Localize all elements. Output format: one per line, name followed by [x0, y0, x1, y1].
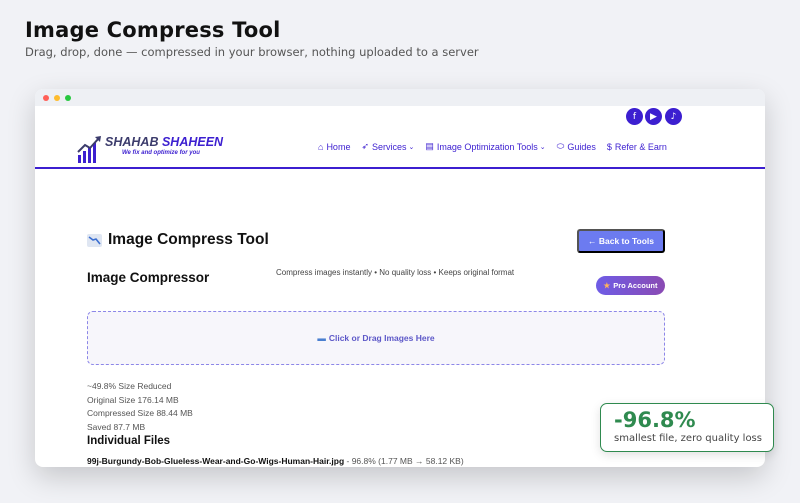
page-title: Image Compress Tool: [25, 18, 281, 42]
result-card: -96.8% smallest file, zero quality loss: [600, 403, 774, 452]
compression-stats: ~49.8% Size Reduced Original Size 176.14…: [87, 380, 193, 434]
file-name[interactable]: 99j-Burgundy-Bob-Glueless-Wear-and-Go-Wi…: [87, 456, 344, 466]
nav-item-services[interactable]: ➶ Services ⌄: [361, 141, 414, 152]
chart-down-icon: [87, 233, 102, 247]
star-icon: ★: [603, 281, 611, 290]
chevron-down-icon: ⌄: [539, 143, 546, 151]
compressor-subtitle: Compress images instantly • No quality l…: [276, 268, 515, 277]
nav-item-image-tools[interactable]: ▤ Image Optimization Tools ⌄: [425, 141, 545, 152]
dropzone-label: Click or Drag Images Here: [328, 333, 435, 343]
file-detail: - 96.8% (1.77 MB → 58.12 KB): [344, 456, 464, 466]
nav-item-guides[interactable]: ⬭ Guides: [557, 141, 596, 152]
image-dropzone[interactable]: ▬ Click or Drag Images Here: [87, 311, 665, 365]
maximize-window-dot[interactable]: [65, 95, 71, 101]
back-to-tools-button[interactable]: ← Back to Tools: [577, 229, 665, 253]
facebook-icon[interactable]: f: [626, 108, 643, 125]
logo-tagline: We fix and optimize for you: [122, 150, 200, 156]
nav-item-refer[interactable]: $ Refer & Earn: [607, 141, 667, 152]
result-description: smallest file, zero quality loss: [614, 433, 762, 444]
tool-title-text: Image Compress Tool: [108, 231, 269, 248]
nav-item-label: Image Optimization Tools: [436, 141, 538, 152]
file-row: 99j-Burgundy-Bob-Glueless-Wear-and-Go-Wi…: [87, 456, 464, 466]
nav-divider: [35, 167, 765, 169]
tool-heading: Image Compress Tool: [87, 231, 269, 249]
nav-item-label: Refer & Earn: [614, 141, 667, 152]
nav-item-label: Home: [326, 141, 351, 152]
compressed-size-stat: Compressed Size 88.44 MB: [87, 408, 193, 419]
guide-icon: ⬭: [556, 141, 565, 151]
folder-icon: ▬: [317, 333, 326, 343]
chart-logo-icon: [77, 136, 101, 163]
window-title-bar: [35, 89, 765, 106]
page-subtitle: Drag, drop, done — compressed in your br…: [25, 45, 479, 59]
close-window-dot[interactable]: [43, 95, 49, 101]
original-size-stat: Original Size 176.14 MB: [87, 394, 179, 405]
dollar-icon: $: [606, 141, 612, 152]
site-logo[interactable]: SHAHAB SHAHEEN We fix and optimize for y…: [77, 133, 223, 163]
nav-item-home[interactable]: ⌂ Home: [318, 141, 350, 152]
compressor-title: Image Compressor: [87, 270, 210, 285]
nav-item-label: Services: [372, 141, 407, 152]
rocket-icon: ➶: [361, 141, 369, 151]
main-nav: ⌂ Home ➶ Services ⌄ ▤ Image Optimization…: [318, 141, 678, 152]
nav-item-label: Guides: [567, 141, 596, 152]
result-percent: -96.8%: [614, 408, 696, 432]
pro-account-label: Pro Account: [613, 281, 658, 290]
minimize-window-dot[interactable]: [54, 95, 60, 101]
logo-name: SHAHAB SHAHEEN: [105, 135, 224, 149]
home-icon: ⌂: [318, 141, 324, 152]
size-reduced-stat: ~49.8% Size Reduced: [87, 381, 172, 391]
individual-files-heading: Individual Files: [87, 435, 171, 447]
pro-account-badge[interactable]: ★ Pro Account: [596, 276, 665, 295]
youtube-icon[interactable]: ▶: [645, 108, 662, 125]
chevron-down-icon: ⌄: [408, 143, 415, 151]
saved-size-stat: Saved 87.7 MB: [87, 421, 146, 432]
image-icon: ▤: [425, 141, 434, 151]
tiktok-icon[interactable]: ♪: [665, 108, 682, 125]
